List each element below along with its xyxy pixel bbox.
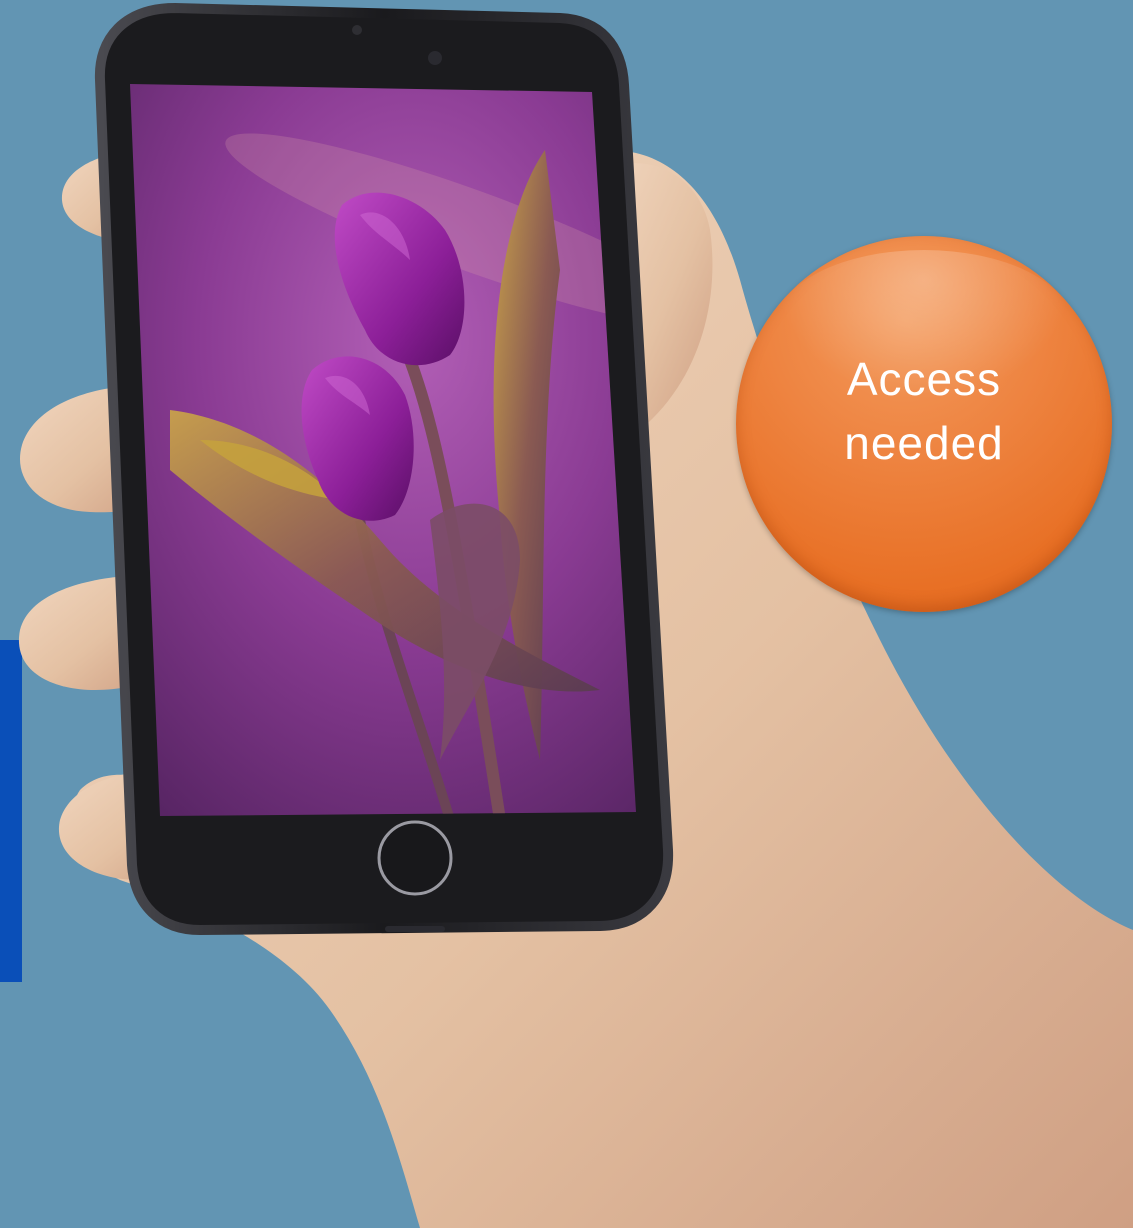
home-button-icon[interactable] [377, 820, 453, 896]
accent-bar [0, 640, 22, 982]
hand-holding-phone-illustration [0, 2, 1133, 1228]
badge-line-2: needed [844, 417, 1004, 469]
front-camera-icon [352, 25, 362, 35]
access-needed-badge: Access needed [736, 236, 1112, 612]
phone-port [385, 926, 445, 932]
badge-line-1: Access [846, 353, 1002, 405]
earpiece-icon [428, 51, 442, 65]
